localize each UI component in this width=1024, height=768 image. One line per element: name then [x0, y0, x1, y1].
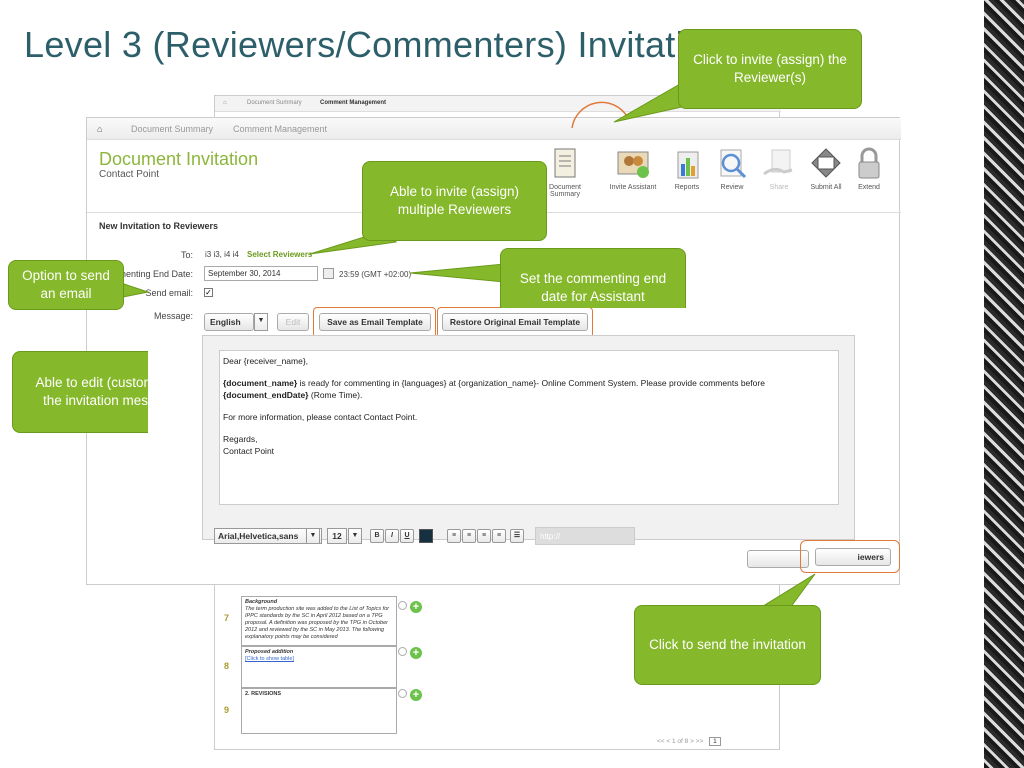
breadcrumb-item[interactable]: Comment Management [320, 100, 386, 106]
document-icon [554, 148, 576, 178]
toolbar-label: Review [720, 184, 744, 191]
callout-multiple-reviewers: Able to invite (assign) multiple Reviewe… [362, 161, 547, 241]
url-input[interactable]: http:// [535, 527, 635, 545]
submit-all-icon [811, 148, 841, 178]
row-actions: + [398, 689, 422, 701]
toolbar-label: Extend [858, 184, 880, 191]
edit-button[interactable]: Edit [277, 313, 309, 331]
align-left-icon[interactable]: ≡ [447, 529, 461, 543]
toolbar-review[interactable]: Review [706, 146, 758, 191]
reports-icon [677, 151, 699, 179]
toolbar-share[interactable]: Share [753, 146, 805, 191]
row-title: Background [245, 599, 278, 605]
email-body-p2: For more information, please contact Con… [223, 412, 418, 422]
chevron-down-icon[interactable]: ▼ [348, 528, 362, 544]
row-actions: + [398, 647, 422, 659]
chevron-down-icon[interactable]: ▼ [306, 528, 320, 544]
slide-title: Level 3 (Reviewers/Commenters) Invitatio… [24, 24, 725, 65]
list-item: 7 Background The term production site wa… [224, 596, 422, 646]
add-icon[interactable]: + [410, 647, 422, 659]
list-item: 9 2. REVISIONS + [224, 688, 422, 734]
calendar-icon[interactable] [323, 268, 334, 279]
select-reviewers-link[interactable]: Select Reviewers [247, 250, 312, 259]
row-text: The term production site was added to th… [245, 606, 390, 640]
text-color-button[interactable] [419, 529, 433, 543]
search-icon[interactable] [398, 647, 407, 656]
callout-send-email: Option to send an email [8, 260, 124, 310]
search-icon[interactable] [398, 601, 407, 610]
home-icon[interactable]: ⌂ [223, 100, 227, 106]
list-item: 8 Proposed addition [Click to show table… [224, 646, 422, 688]
language-select[interactable]: English [204, 313, 254, 331]
email-greeting: Dear {receiver_name}, [223, 356, 309, 366]
email-signature: Contact Point [223, 446, 275, 456]
breadcrumb-item[interactable]: Comment Management [233, 124, 327, 134]
highlight-box [800, 540, 900, 573]
chevron-down-icon[interactable]: ▼ [254, 313, 268, 331]
email-regards: Regards, [223, 434, 258, 444]
toolbar-label: Invite Assistant [609, 184, 657, 191]
font-size-select[interactable]: 12 [327, 528, 347, 544]
callout-end-date: Set the commenting end date for Assistan… [500, 248, 686, 308]
toolbar-invite-assistant[interactable]: Invite Assistant [607, 146, 659, 191]
list-icon[interactable]: ☰ [510, 529, 524, 543]
toolbar-label: Reports [674, 184, 700, 191]
email-message-editor[interactable]: Dear {receiver_name}, {document_name} is… [219, 350, 839, 505]
toolbar-label: Share [769, 184, 789, 191]
invite-assistant-icon [617, 151, 649, 178]
end-time: 23:59 (GMT +02:00) [339, 270, 412, 279]
placeholder-document-name: {document_name} [223, 378, 298, 388]
row-number: 7 [224, 613, 230, 623]
share-icon [763, 149, 793, 176]
align-center-icon[interactable]: ≡ [462, 529, 476, 543]
align-justify-icon[interactable]: ≡ [492, 529, 506, 543]
highlight-box [313, 307, 436, 338]
toolbar-label: Document Summary [549, 184, 581, 198]
search-icon[interactable] [398, 689, 407, 698]
lock-icon [858, 147, 880, 179]
to-label: To: [180, 250, 193, 260]
add-icon[interactable]: + [410, 601, 422, 613]
email-text: is ready for commenting in {languages} a… [297, 378, 765, 388]
breadcrumb: ⌂ Document Summary Comment Management [87, 118, 901, 140]
send-email-checkbox[interactable]: ✓ [204, 288, 213, 297]
email-text: (Rome Time). [308, 390, 363, 400]
toolbar-label: Submit All [810, 184, 842, 191]
align-right-icon[interactable]: ≡ [477, 529, 491, 543]
to-recipients: i3 i3, i4 i4 [205, 250, 239, 259]
underline-button[interactable]: U [400, 529, 414, 543]
page-title: Document Invitation [99, 149, 259, 169]
show-table-link[interactable]: [Click to show table] [245, 656, 294, 662]
email-body-p1: {document_name} is ready for commenting … [223, 377, 835, 401]
pager-text[interactable]: << < 1 of 8 > >> [657, 738, 703, 745]
row-title: 2. REVISIONS [245, 691, 282, 697]
bold-button[interactable]: B [370, 529, 384, 543]
add-icon[interactable]: + [410, 689, 422, 701]
row-number: 9 [224, 705, 230, 715]
breadcrumb-item[interactable]: Document Summary [131, 124, 213, 134]
italic-button[interactable]: I [385, 529, 399, 543]
placeholder-end-date: {document_endDate} [223, 390, 309, 400]
page-subtitle: Contact Point [99, 169, 160, 180]
page-select[interactable]: 1 [709, 737, 721, 746]
decorative-edge [984, 0, 1024, 768]
toolbar-extend[interactable]: Extend [843, 146, 895, 191]
pagination: << < 1 of 8 > >> 1 [657, 737, 721, 746]
review-icon [720, 149, 747, 179]
slide: Level 3 (Reviewers/Commenters) Invitatio… [0, 0, 1024, 768]
callout-send-invitation: Click to send the invitation [634, 605, 821, 685]
message-label: Message: [153, 311, 193, 321]
highlight-box [437, 307, 593, 338]
breadcrumb-item[interactable]: Document Summary [247, 100, 302, 106]
end-date-input[interactable]: September 30, 2014 [204, 266, 318, 281]
row-title: Proposed addition [245, 649, 294, 655]
row-number: 8 [224, 661, 230, 671]
callout-select-reviewers: Click to invite (assign) the Reviewer(s) [678, 29, 862, 109]
section-title: New Invitation to Reviewers [99, 221, 219, 231]
callout-edit-message: Able to edit (custor the invitation mes [12, 351, 148, 433]
home-icon[interactable]: ⌂ [97, 124, 102, 134]
row-actions: + [398, 601, 422, 613]
